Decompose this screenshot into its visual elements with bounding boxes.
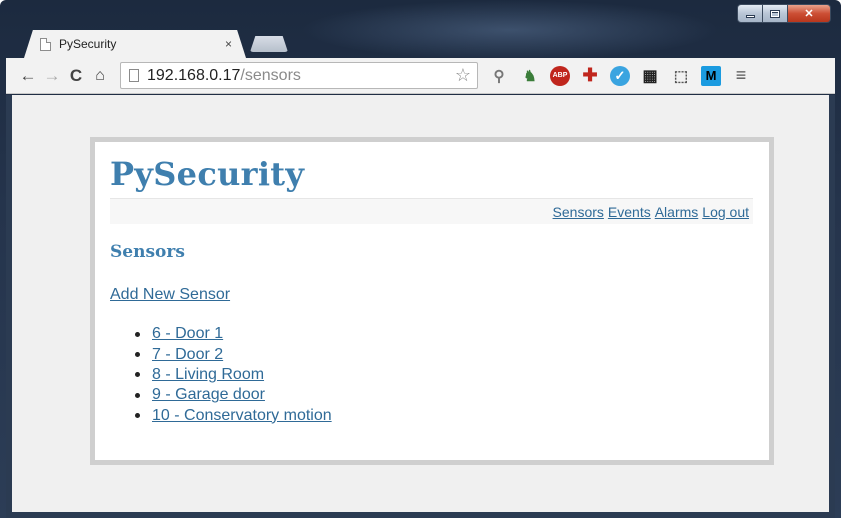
page-heading: Sensors — [110, 242, 185, 262]
back-arrow-icon[interactable]: ← — [16, 64, 40, 88]
maximize-icon — [770, 9, 780, 18]
site-title: PySecurity — [110, 155, 305, 193]
m-icon[interactable]: M — [701, 65, 721, 86]
bullet — [135, 392, 140, 398]
red-cross-icon[interactable]: ✚ — [579, 65, 601, 87]
forward-arrow-icon[interactable]: → — [40, 64, 64, 88]
menu-icon[interactable]: ≡ — [730, 65, 752, 87]
browser-tab[interactable]: PySecurity × — [24, 30, 246, 58]
minimize-button[interactable] — [737, 4, 763, 23]
sensor-link[interactable]: 9 - Garage door — [152, 386, 265, 404]
sensor-link[interactable]: 7 - Door 2 — [152, 346, 223, 364]
nav-link-alarms[interactable]: Alarms — [655, 204, 699, 220]
list-item: 8 - Living Room — [110, 365, 332, 385]
url-host: 192.168.0.17 — [147, 66, 241, 84]
bullet — [135, 413, 140, 419]
sensor-link[interactable]: 10 - Conservatory motion — [152, 407, 332, 425]
bullet — [135, 352, 140, 358]
bullet — [135, 331, 140, 337]
page-icon — [40, 37, 51, 51]
minimize-icon — [745, 15, 755, 18]
nav-link-events[interactable]: Events — [608, 204, 651, 220]
close-icon: ✕ — [804, 8, 814, 20]
titlebar-glow — [300, 0, 720, 60]
evernote-icon[interactable]: ♞ — [519, 65, 541, 87]
reload-icon[interactable]: C — [64, 64, 88, 88]
adblock-icon[interactable]: ABP — [550, 65, 570, 86]
browser-toolbar: ← → C ⌂ 192.168.0.17/sensors ☆ ⚲ ♞ ABP ✚… — [6, 58, 835, 94]
tab-close-icon[interactable]: × — [225, 37, 232, 51]
vimeo-icon[interactable]: ✓ — [610, 65, 630, 86]
film-icon[interactable]: ▦ — [639, 65, 661, 87]
maximize-button[interactable] — [763, 4, 788, 23]
add-sensor-link[interactable]: Add New Sensor — [110, 286, 230, 304]
list-item: 9 - Garage door — [110, 385, 332, 405]
browser-window: ✕ PySecurity × ← → C ⌂ 192.168.0.17/sens… — [0, 0, 841, 518]
url-path: /sensors — [240, 66, 301, 84]
sensor-link[interactable]: 6 - Door 1 — [152, 325, 223, 343]
home-icon[interactable]: ⌂ — [88, 64, 112, 88]
nav-link-logout[interactable]: Log out — [702, 204, 749, 220]
close-window-button[interactable]: ✕ — [788, 4, 831, 23]
search-icon[interactable]: ⚲ — [488, 65, 510, 87]
tab-title: PySecurity — [59, 37, 117, 51]
page-viewport: PySecurity Sensors Events Alarms Log out… — [12, 95, 829, 512]
list-item: 6 - Door 1 — [110, 324, 332, 344]
bookmark-star-icon[interactable]: ☆ — [455, 65, 471, 86]
frame-bottom — [6, 512, 835, 518]
sensor-list: 6 - Door 1 7 - Door 2 8 - Living Room 9 … — [110, 324, 332, 426]
new-tab-button[interactable] — [250, 36, 288, 52]
sensor-link[interactable]: 8 - Living Room — [152, 366, 264, 384]
page-icon — [129, 69, 139, 82]
address-bar[interactable]: 192.168.0.17/sensors ☆ — [120, 62, 478, 89]
cast-icon[interactable]: ⬚ — [670, 65, 692, 87]
list-item: 7 - Door 2 — [110, 344, 332, 364]
list-item: 10 - Conservatory motion — [110, 406, 332, 426]
window-controls: ✕ — [737, 4, 831, 23]
site-nav: Sensors Events Alarms Log out — [110, 198, 753, 224]
bullet — [135, 372, 140, 378]
content-box: PySecurity Sensors Events Alarms Log out… — [90, 137, 774, 465]
frame-right — [829, 95, 835, 512]
nav-link-sensors[interactable]: Sensors — [553, 204, 604, 220]
